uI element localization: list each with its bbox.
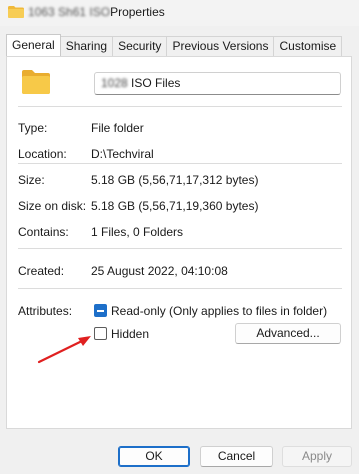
divider <box>18 106 342 107</box>
red-arrow-icon <box>37 336 91 364</box>
folder-name-input[interactable]: 1028 ISO Files <box>94 72 341 95</box>
readonly-label: Read-only (Only applies to files in fold… <box>111 304 328 318</box>
window-title-blurred: 1063 Sh61 ISO <box>28 5 111 19</box>
readonly-checkbox[interactable] <box>94 304 107 317</box>
folder-name-text: ISO Files <box>131 76 181 90</box>
divider <box>18 248 342 249</box>
type-value: File folder <box>91 121 144 135</box>
divider <box>18 163 342 164</box>
tab-strip: General Sharing Security Previous Versio… <box>6 34 343 56</box>
location-value: D:\Techviral <box>91 147 154 161</box>
tab-general[interactable]: General <box>6 34 61 56</box>
hidden-label: Hidden <box>111 327 150 341</box>
cancel-button[interactable]: Cancel <box>200 446 273 467</box>
title-bar: 1063 Sh61 ISOProperties <box>0 0 359 26</box>
location-label: Location: <box>18 147 67 161</box>
size-label: Size: <box>18 173 45 187</box>
divider <box>18 288 342 289</box>
advanced-button[interactable]: Advanced... <box>235 323 341 344</box>
tab-previous-versions[interactable]: Previous Versions <box>166 36 275 56</box>
hidden-checkbox[interactable] <box>94 327 107 340</box>
apply-button[interactable]: Apply <box>282 446 352 467</box>
contains-value: 1 Files, 0 Folders <box>91 225 184 239</box>
created-value: 25 August 2022, 04:10:08 <box>91 264 228 278</box>
folder-icon <box>8 6 24 18</box>
created-label: Created: <box>18 264 65 278</box>
tab-security[interactable]: Security <box>112 36 168 56</box>
tab-customise[interactable]: Customise <box>273 36 343 56</box>
window-title-suffix: Properties <box>110 5 165 19</box>
size-on-disk-label: Size on disk: <box>18 199 87 213</box>
size-on-disk-value: 5.18 GB (5,56,71,19,360 bytes) <box>91 199 259 213</box>
type-label: Type: <box>18 121 48 135</box>
ok-button[interactable]: OK <box>118 446 190 467</box>
contains-label: Contains: <box>18 225 69 239</box>
window-title: 1063 Sh61 ISOProperties <box>28 5 165 19</box>
tab-sharing[interactable]: Sharing <box>59 36 114 56</box>
general-panel: 1028 ISO Files Type: File folder Locatio… <box>6 56 352 429</box>
folder-name-blurred: 1028 <box>101 76 128 90</box>
size-value: 5.18 GB (5,56,71,17,312 bytes) <box>91 173 259 187</box>
attributes-label: Attributes: <box>18 304 73 318</box>
folder-icon <box>22 70 50 94</box>
